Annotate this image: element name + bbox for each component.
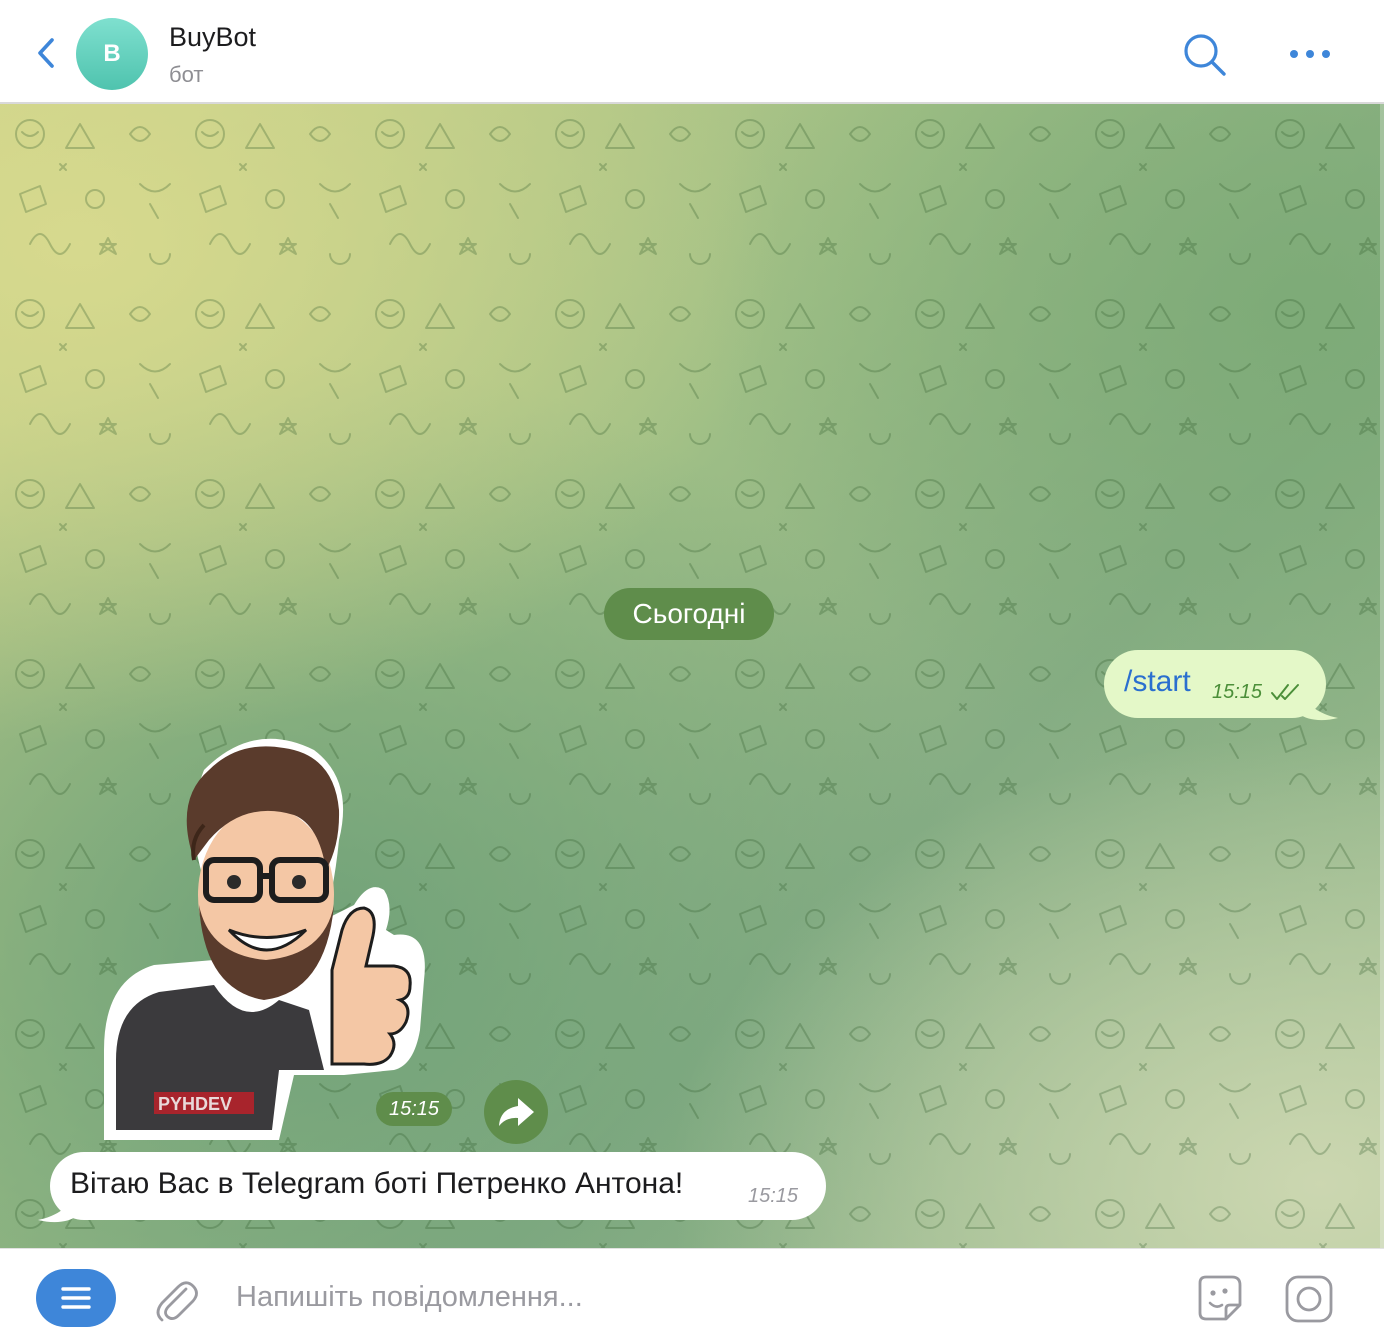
camera-icon [1285, 1275, 1333, 1323]
paperclip-icon [156, 1281, 198, 1322]
bot-menu-button[interactable] [36, 1269, 116, 1327]
sticker-image[interactable]: PYHDEV [94, 730, 440, 1142]
outgoing-message-time: 15:15 [1212, 681, 1263, 703]
sticker-time: 15:15 [376, 1092, 452, 1126]
video-message-button[interactable] [1283, 1273, 1335, 1325]
message-composer [0, 1248, 1384, 1342]
chevron-left-icon [38, 38, 54, 68]
incoming-message-text[interactable]: Вітаю Вас в Telegram боті Петренко Антон… [70, 1167, 683, 1201]
back-button[interactable] [28, 30, 64, 76]
incoming-message-time: 15:15 [748, 1185, 799, 1207]
chat-header: B BuyBot бот [0, 0, 1384, 104]
outgoing-message-text[interactable]: /start [1124, 665, 1191, 699]
more-dots-icon [1290, 50, 1330, 58]
search-button[interactable] [1180, 30, 1230, 80]
chat-subtitle: бот [169, 62, 204, 87]
sticker-shirt-text: PYHDEV [158, 1094, 232, 1114]
avatar[interactable]: B [76, 18, 148, 90]
date-separator: Сьогодні [604, 588, 774, 640]
double-check-icon [1271, 684, 1299, 700]
sticker-icon [1198, 1275, 1242, 1321]
forward-button[interactable] [484, 1080, 548, 1144]
message-input[interactable] [224, 1273, 1164, 1321]
attach-button[interactable] [150, 1273, 202, 1325]
menu-icon [61, 1287, 91, 1309]
search-icon [1184, 34, 1226, 76]
chat-title[interactable]: BuyBot [169, 22, 256, 53]
chat-scrollbar[interactable] [1380, 104, 1384, 1248]
sticker-button[interactable] [1192, 1271, 1248, 1327]
more-button[interactable] [1285, 36, 1335, 72]
share-arrow-icon [499, 1098, 534, 1126]
